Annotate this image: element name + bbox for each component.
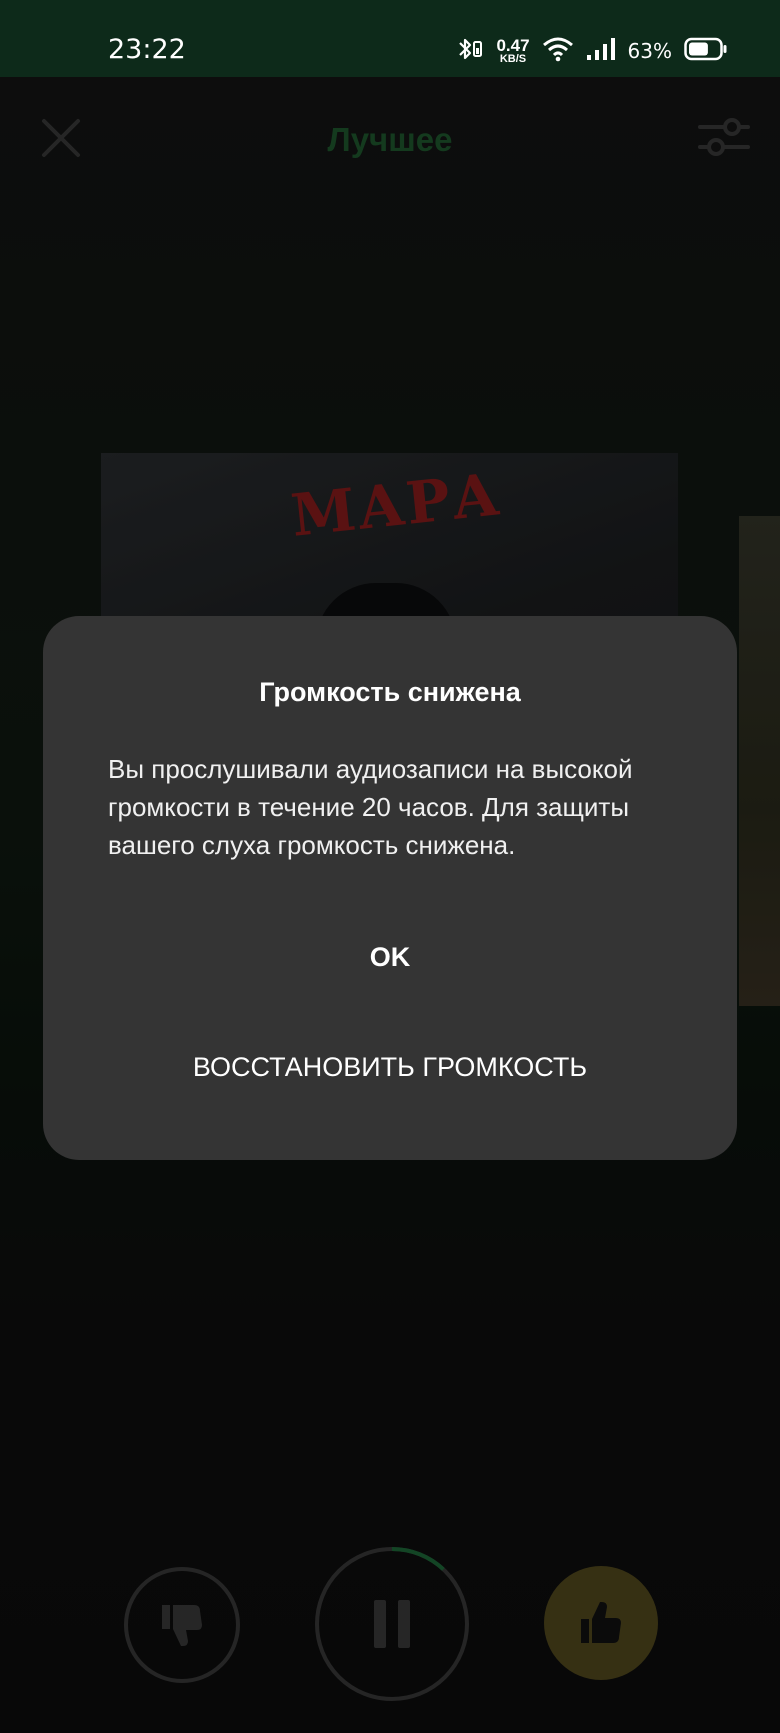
ok-button[interactable]: OK (43, 932, 737, 982)
bluetooth-icon (454, 35, 484, 68)
dialog-title: Громкость снижена (259, 677, 521, 707)
network-speed-value: 0.47 (496, 36, 530, 55)
battery-percent: 63% (627, 39, 672, 63)
status-bar: 23:22 0.47 KB/S 63% (0, 0, 780, 77)
status-time: 23:22 (108, 34, 186, 65)
wifi-icon (542, 36, 574, 67)
signal-icon (586, 37, 616, 66)
network-speed-unit: KB/S (499, 53, 527, 65)
volume-reduced-dialog: Громкость снижена Вы прослушивали аудиоз… (43, 616, 737, 1160)
network-speed: 0.47 KB/S (496, 37, 529, 65)
status-icons: 0.47 KB/S 63% (454, 32, 728, 70)
dialog-message: Вы прослушивали аудиозаписи на высокой г… (108, 754, 633, 860)
restore-volume-button[interactable]: ВОССТАНОВИТЬ ГРОМКОСТЬ (43, 1042, 737, 1092)
battery-icon (684, 37, 728, 66)
